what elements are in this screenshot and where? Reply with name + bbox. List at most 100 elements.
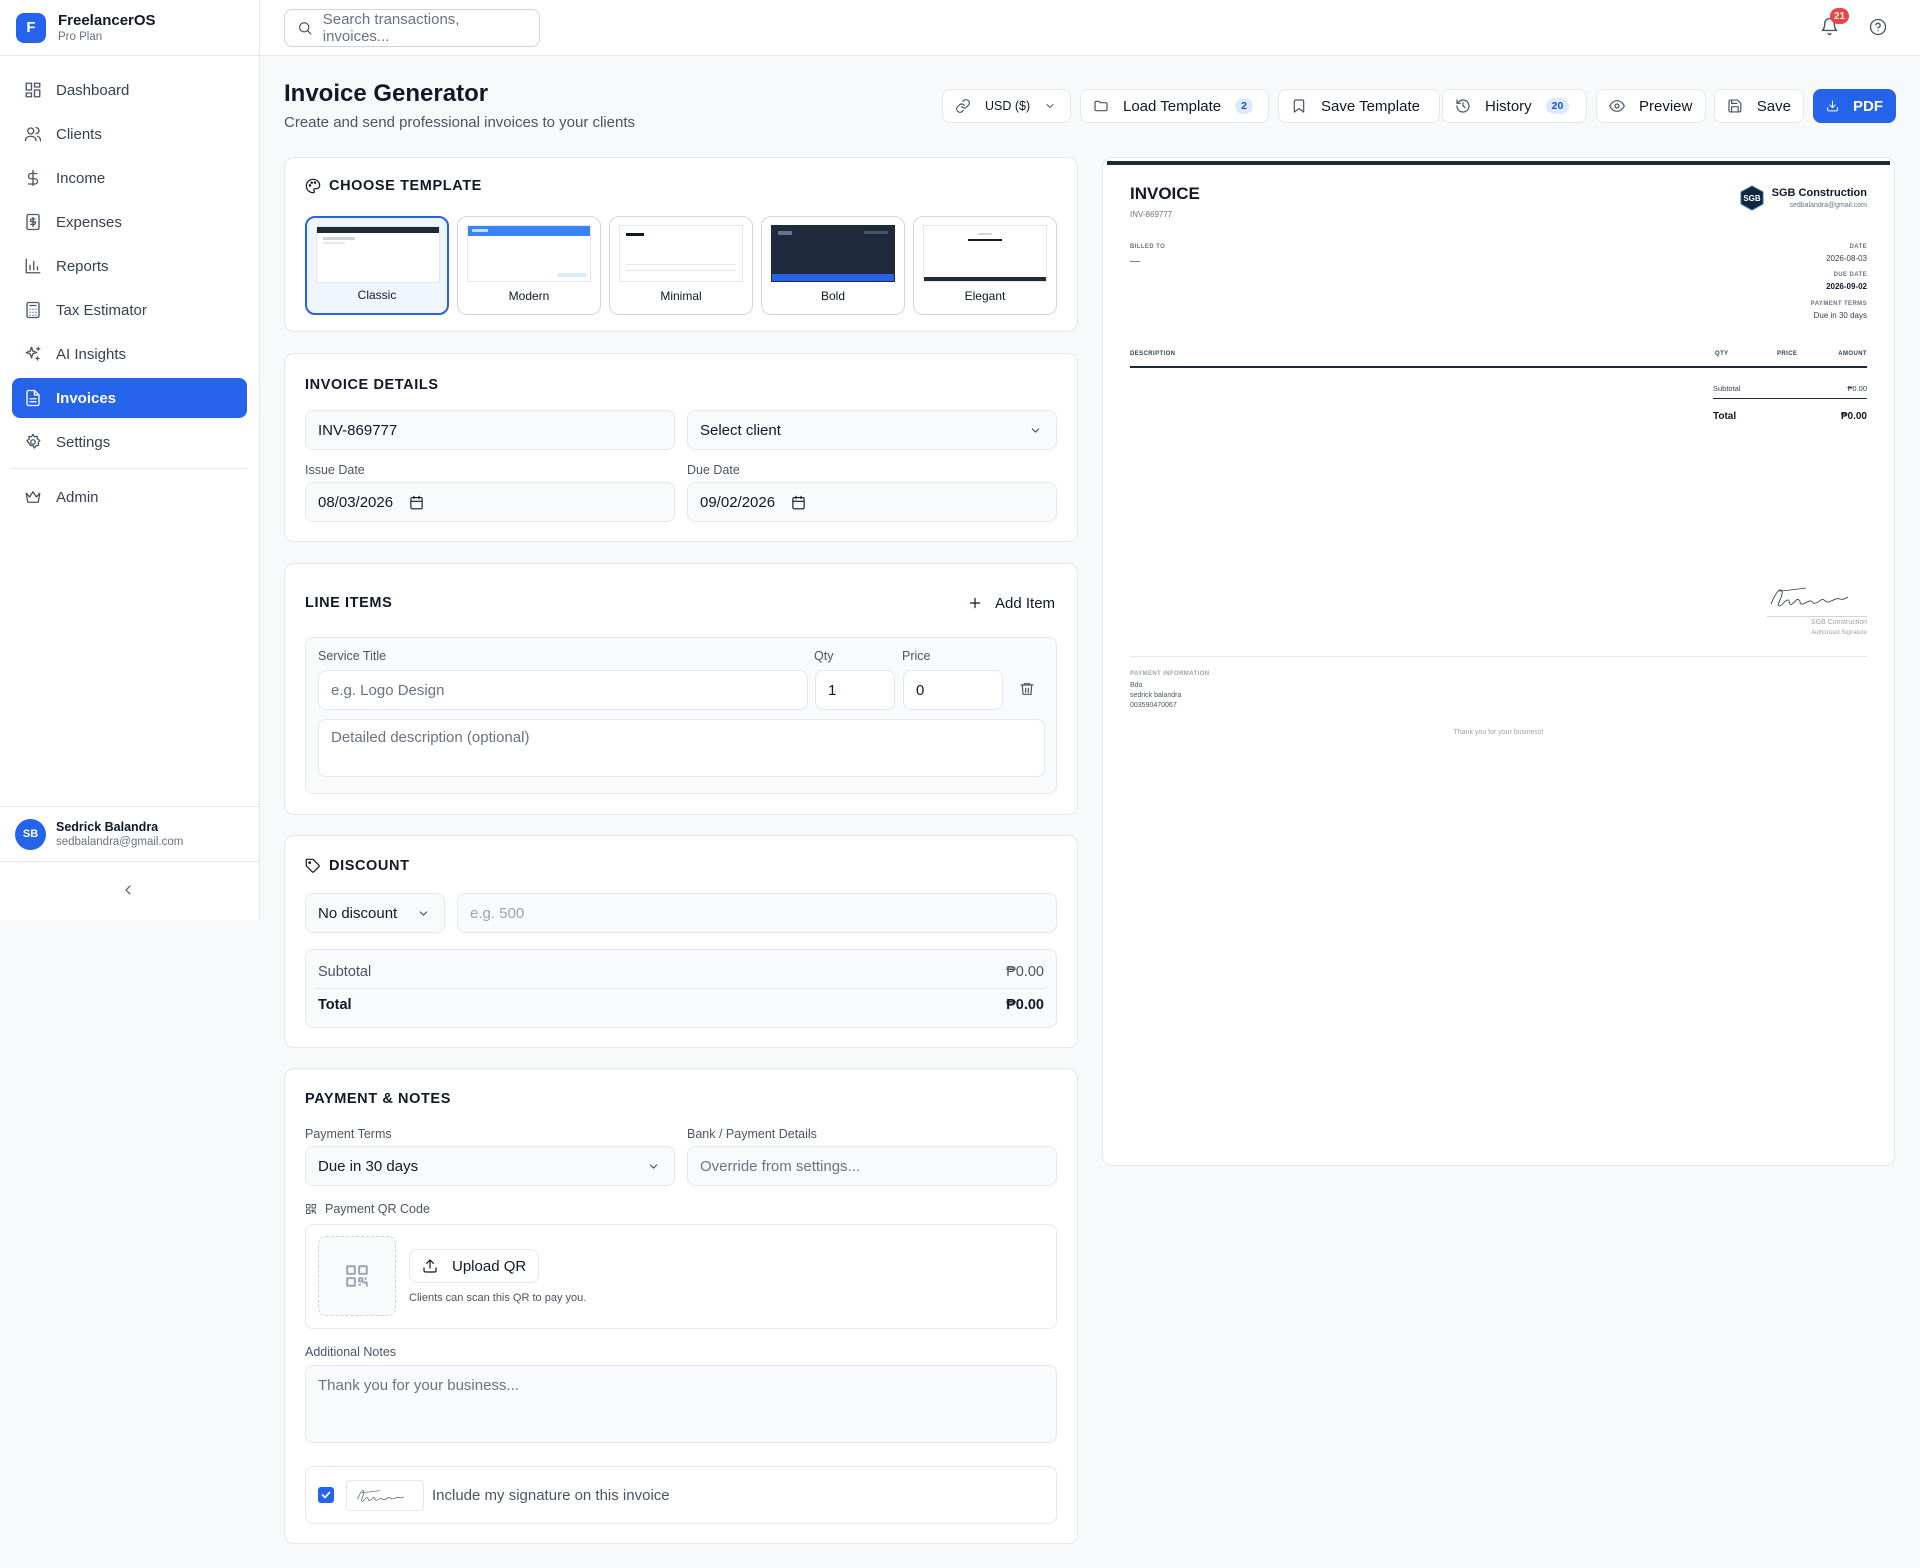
sidebar-item-admin[interactable]: Admin [12, 477, 247, 517]
payinfo-bank: Bdo [1130, 682, 1143, 689]
template-card-title: CHOOSE TEMPLATE [305, 178, 482, 194]
avatar: SB [15, 818, 46, 850]
description-textarea[interactable]: Detailed description (optional) [318, 719, 1045, 777]
payinfo-label: PAYMENT INFORMATION [1130, 671, 1210, 677]
template-option-elegant[interactable]: Elegant [913, 216, 1057, 315]
currency-label: USD ($) [985, 99, 1031, 113]
brand[interactable]: F FreelancerOS Pro Plan [0, 0, 259, 56]
users-icon [24, 126, 42, 142]
template-option-classic[interactable]: Classic [305, 216, 449, 315]
line-item-row: Service Title Qty Price e.g. Logo Design… [305, 637, 1057, 794]
calendar-icon[interactable] [791, 495, 806, 510]
totals-box: Subtotal ₱0.00 Total ₱0.00 [305, 949, 1057, 1028]
gear-icon [26, 433, 41, 449]
history-label: History [1485, 97, 1532, 115]
sidebar-item-label: Tax Estimator [56, 301, 147, 319]
invoice-number-input[interactable]: INV-869777 [305, 410, 675, 450]
search-input[interactable]: Search transactions, invoices... [284, 9, 540, 47]
help-icon[interactable] [1869, 18, 1887, 36]
preview-button[interactable]: Preview [1596, 89, 1706, 123]
preview-subtotal-value: ₱0.00 [1847, 384, 1867, 393]
trash-icon[interactable] [1019, 681, 1035, 697]
qr-hint: Clients can scan this QR to pay you. [409, 1292, 587, 1304]
sidebar-item-reports[interactable]: Reports [12, 246, 247, 286]
sidebar-item-clients[interactable]: Clients [12, 114, 247, 154]
history-icon [1456, 99, 1470, 113]
signature-image [1770, 587, 1849, 607]
sidebar-item-settings[interactable]: Settings [12, 422, 247, 462]
add-item-label: Add Item [995, 594, 1056, 612]
signature-thumbnail [346, 1479, 424, 1511]
sidebar-item-label: Admin [56, 488, 99, 506]
col-price: PRICE [1777, 351, 1798, 357]
qty-input[interactable]: 1 [815, 670, 895, 710]
calendar-icon[interactable] [409, 495, 424, 510]
footer-rule [1130, 656, 1867, 657]
due-date-input[interactable]: 09/02/2026 [687, 482, 1057, 522]
bank-details-input[interactable]: Override from settings... [687, 1146, 1057, 1186]
signature-label: Include my signature on this invoice [432, 1486, 670, 1504]
template-card: CHOOSE TEMPLATE Classic Modern Minimal B… [284, 157, 1078, 332]
invoice-details-card: INVOICE DETAILS INV-869777 Select client… [284, 353, 1078, 542]
signature-checkbox[interactable] [318, 1487, 334, 1503]
upload-qr-button[interactable]: Upload QR [409, 1249, 540, 1283]
brand-plan: Pro Plan [58, 31, 103, 43]
price-input[interactable]: 0 [903, 670, 1003, 710]
preview-label: Preview [1639, 97, 1693, 115]
chevron-down-icon [1031, 428, 1040, 433]
thank-you-note: Thank you for your business! [1453, 729, 1544, 736]
pdf-button[interactable]: PDF [1813, 89, 1896, 123]
tag-icon [305, 858, 320, 873]
invoice-preview: INVOICE INV-869777 SGB SGB Construction … [1102, 157, 1895, 1166]
dollar-icon [27, 169, 39, 187]
notes-textarea[interactable]: Thank you for your business... [305, 1365, 1057, 1443]
sidebar-item-label: Dashboard [56, 81, 130, 99]
preview-total-label: Total [1713, 411, 1737, 422]
signature-line [1767, 616, 1867, 617]
issue-date-input[interactable]: 08/03/2026 [305, 482, 675, 522]
currency-select[interactable]: USD ($) [942, 89, 1071, 123]
payment-notes-card: PAYMENT & NOTES Payment Terms Bank / Pay… [284, 1068, 1078, 1544]
chevron-left-icon[interactable] [120, 882, 136, 898]
signer-caption: Authorized Signature [1810, 630, 1867, 636]
preview-invoice-number: INV-869777 [1130, 210, 1173, 219]
client-select[interactable]: Select client [687, 410, 1057, 450]
save-button[interactable]: Save [1714, 89, 1804, 123]
link-icon [956, 99, 970, 113]
company-name: SGB Construction [1771, 187, 1867, 199]
col-qty: QTY [1715, 351, 1729, 357]
payment-notes-title: PAYMENT & NOTES [305, 1091, 451, 1107]
load-template-button[interactable]: Load Template 2 [1080, 89, 1269, 123]
chevron-down-icon [649, 1164, 658, 1169]
template-option-modern[interactable]: Modern [457, 216, 601, 315]
history-button[interactable]: History 20 [1442, 89, 1587, 123]
discount-amount-input[interactable]: e.g. 500 [457, 893, 1057, 933]
user-name: Sedrick Balandra [56, 820, 159, 834]
discount-type-select[interactable]: No discount [305, 893, 445, 933]
add-item-button[interactable]: Add Item [955, 586, 1067, 620]
sidebar-item-ai-insights[interactable]: AI Insights [12, 334, 247, 374]
sidebar-item-dashboard[interactable]: Dashboard [12, 70, 247, 110]
sidebar-item-income[interactable]: Income [12, 158, 247, 198]
sidebar-item-invoices[interactable]: Invoices [12, 378, 247, 418]
template-option-bold[interactable]: Bold [761, 216, 905, 315]
user-profile[interactable]: SB Sedrick Balandra sedbalandra@gmail.co… [0, 806, 259, 862]
qr-placeholder[interactable] [318, 1236, 396, 1316]
total-label: Total [318, 997, 352, 1013]
template-option-minimal[interactable]: Minimal [609, 216, 753, 315]
divider [316, 988, 1046, 989]
template-thumbnail [316, 226, 440, 283]
payment-terms-select[interactable]: Due in 30 days [305, 1146, 675, 1186]
service-title-input[interactable]: e.g. Logo Design [318, 670, 808, 710]
total-value: ₱0.00 [1006, 997, 1044, 1013]
upload-icon [423, 1259, 437, 1273]
due-date-value: 2026-09-02 [1826, 282, 1867, 291]
signer-company: SGB Construction [1810, 619, 1867, 626]
sidebar-item-tax-estimator[interactable]: Tax Estimator [12, 290, 247, 330]
sidebar-item-expenses[interactable]: Expenses [12, 202, 247, 242]
preview-subtotal-label: Subtotal [1713, 384, 1741, 393]
user-email: sedbalandra@gmail.com [56, 836, 184, 848]
save-template-button[interactable]: Save Template [1278, 89, 1440, 123]
grid-icon [25, 82, 41, 98]
template-name: Elegant [964, 289, 1006, 303]
